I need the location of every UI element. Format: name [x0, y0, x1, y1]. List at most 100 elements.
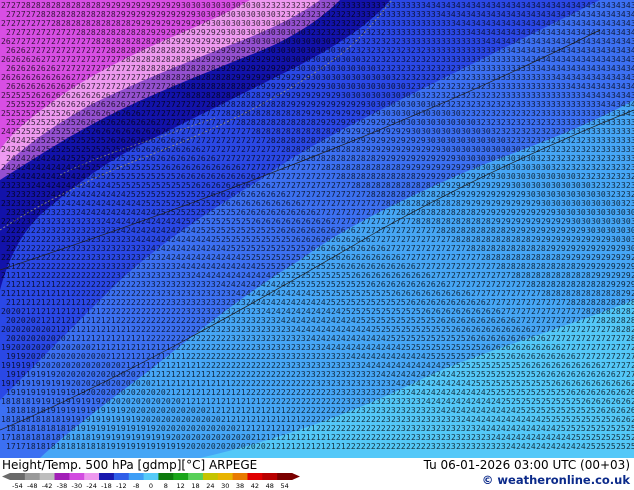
field-value: 27 [211, 127, 221, 136]
field-value: 18 [61, 433, 71, 442]
field-value: 26 [31, 55, 41, 64]
field-value: 34 [476, 28, 486, 37]
field-value: 28 [166, 64, 176, 73]
field-value: 23 [316, 352, 326, 361]
field-value: 25 [361, 307, 371, 316]
field-value: 18 [46, 424, 56, 433]
field-value: 27 [151, 91, 161, 100]
field-value: 26 [231, 163, 241, 172]
field-value: 20 [191, 415, 201, 424]
field-value: 34 [516, 46, 526, 55]
field-value: 27 [191, 109, 201, 118]
field-value: 32 [456, 100, 466, 109]
field-value: 28 [536, 280, 546, 289]
field-value: 29 [276, 82, 286, 91]
field-value: 21 [46, 298, 56, 307]
field-value: 28 [431, 217, 441, 226]
field-value: 27 [26, 46, 36, 55]
field-value: 32 [471, 109, 481, 118]
field-value: 28 [381, 163, 391, 172]
field-value: 34 [491, 37, 501, 46]
field-value: 20 [41, 343, 51, 352]
field-value: 28 [151, 73, 161, 82]
field-value: 28 [291, 145, 301, 154]
field-value: 23 [141, 253, 151, 262]
field-value: 21 [281, 433, 291, 442]
field-value: 23 [386, 406, 396, 415]
field-value: 25 [116, 154, 126, 163]
field-value: 24 [296, 316, 306, 325]
field-value: 26 [96, 100, 106, 109]
field-value: 28 [536, 244, 546, 253]
field-value: 19 [121, 433, 131, 442]
field-value: 32 [416, 82, 426, 91]
field-value: 29 [376, 154, 386, 163]
field-value: 29 [616, 280, 626, 289]
field-value: 21 [11, 289, 21, 298]
field-value: 30 [611, 235, 621, 244]
field-value: 23 [76, 244, 86, 253]
field-value: 28 [101, 37, 111, 46]
field-value: 20 [186, 406, 196, 415]
field-value: 22 [71, 253, 81, 262]
field-value: 27 [596, 352, 606, 361]
field-value: 30 [541, 199, 551, 208]
field-value: 34 [566, 28, 576, 37]
field-value: 30 [256, 28, 266, 37]
field-value: 34 [491, 19, 501, 28]
field-value: 27 [206, 118, 216, 127]
field-value: 24 [196, 262, 206, 271]
field-value: 21 [156, 370, 166, 379]
field-value: 23 [186, 298, 196, 307]
field-value: 32 [361, 37, 371, 46]
field-value: 32 [346, 46, 356, 55]
field-value: 27 [176, 118, 186, 127]
field-value: 27 [441, 271, 451, 280]
field-value: 23 [381, 397, 391, 406]
field-value: 22 [116, 280, 126, 289]
field-value: 24 [446, 406, 456, 415]
field-value: 22 [146, 334, 156, 343]
field-value: 26 [491, 307, 501, 316]
field-value: 33 [341, 1, 351, 10]
field-value: 26 [326, 226, 336, 235]
field-value: 28 [306, 154, 316, 163]
field-value: 27 [386, 244, 396, 253]
field-value: 32 [481, 109, 491, 118]
field-value: 34 [616, 82, 626, 91]
field-value: 25 [236, 226, 246, 235]
field-value: 24 [441, 379, 451, 388]
field-value: 23 [156, 280, 166, 289]
field-value: 32 [476, 100, 486, 109]
field-value: 30 [211, 19, 221, 28]
field-value: 26 [366, 280, 376, 289]
field-value: 18 [6, 424, 16, 433]
legend-scale: -54 -48 -42 -38 -30 -24 -18 -12 -8 0 8 12 18 24 30 38 42… [2, 473, 300, 489]
field-value: 25 [421, 343, 431, 352]
field-value: 24 [246, 280, 256, 289]
field-value: 33 [606, 118, 616, 127]
field-value: 29 [556, 244, 566, 253]
map-footer: Height/Temp. 500 hPa [gdmp][°C] ARPEGE T… [0, 458, 634, 490]
field-value: 34 [596, 64, 606, 73]
field-value: 24 [526, 442, 536, 451]
field-value: 21 [76, 316, 86, 325]
field-value: 25 [511, 379, 521, 388]
field-value: 28 [491, 253, 501, 262]
field-value: 28 [451, 235, 461, 244]
field-value: 18 [46, 442, 56, 451]
field-value: 23 [16, 190, 26, 199]
field-value: 24 [176, 244, 186, 253]
field-value: 25 [441, 325, 451, 334]
field-value: 23 [251, 307, 261, 316]
field-value: 28 [266, 136, 276, 145]
field-value: 28 [286, 136, 296, 145]
field-value: 24 [221, 271, 231, 280]
field-value: 23 [146, 262, 156, 271]
field-value: 21 [16, 280, 26, 289]
field-value: 20 [161, 397, 171, 406]
field-value: 33 [481, 73, 491, 82]
site-credit[interactable]: © weatheronline.co.uk [482, 473, 630, 487]
field-value: 21 [91, 325, 101, 334]
field-value: 33 [461, 37, 471, 46]
